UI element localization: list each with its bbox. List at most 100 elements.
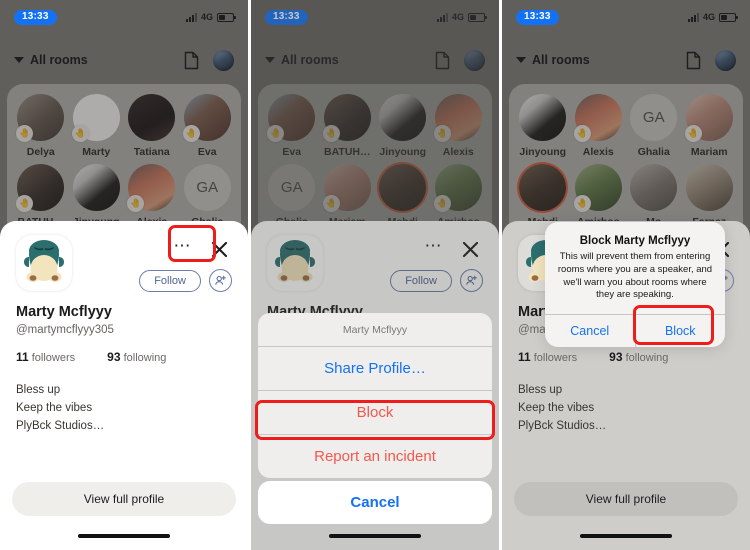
participant-avatar-wrap xyxy=(519,94,567,141)
room-participant[interactable]: 🤚BATUH… xyxy=(13,164,69,228)
battery-icon xyxy=(719,12,738,22)
status-bar: 13:33 4G xyxy=(0,0,248,34)
room-participant[interactable]: 🤚 Mariam xyxy=(682,94,738,158)
participant-name: Marty xyxy=(82,146,111,158)
view-full-profile-button[interactable]: View full profile xyxy=(514,482,738,516)
chevron-down-icon xyxy=(516,57,526,63)
bio-line-2: Keep the vibes xyxy=(16,401,93,414)
action-sheet: Marty Mcflyyy Share Profile… Block Repor… xyxy=(258,313,492,478)
room-participant[interactable]: Mehdi xyxy=(515,164,571,228)
participant-avatar-wrap xyxy=(630,164,678,211)
room-participant[interactable]: Farnaz xyxy=(682,164,738,228)
screenshot-stage: 13:33 4G All rooms 🤚 Delya 🤚 Marty Tatiana 🤚 E… xyxy=(0,0,750,550)
room-participant[interactable]: 🤚 Marty xyxy=(69,94,125,158)
document-icon[interactable] xyxy=(184,51,199,70)
all-rooms-button[interactable]: All rooms xyxy=(14,53,88,67)
rooms-grid: 🤚 Delya 🤚 Marty Tatiana 🤚 Eva 🤚BATUH…Jinyoung🤚A… xyxy=(13,94,235,228)
all-rooms-label: All rooms xyxy=(532,53,590,67)
room-participant[interactable]: Mo xyxy=(626,164,682,228)
participant-avatar-wrap: 🤚 xyxy=(127,164,176,212)
raised-hand-icon: 🤚 xyxy=(71,125,89,142)
profile-handle: @martymcflyyy305 xyxy=(16,324,114,336)
action-share-profile[interactable]: Share Profile… xyxy=(258,347,492,391)
all-rooms-label: All rooms xyxy=(30,53,88,67)
network-label: 4G xyxy=(200,12,213,22)
status-indicators: 4G xyxy=(185,12,236,22)
rooms-grid: Jinyoung 🤚 Alexis GA Ghalia 🤚 Mariam Mehdi🤚Amir… xyxy=(515,94,737,228)
participant-avatar-icon xyxy=(72,164,120,211)
user-avatar-icon[interactable] xyxy=(715,49,736,71)
action-sheet-title: Marty Mcflyyy xyxy=(258,313,492,347)
bio-line-3: PlyBck Studios… xyxy=(518,419,607,432)
room-participant[interactable]: 🤚Alexis xyxy=(571,94,627,158)
status-clock: 13:33 xyxy=(516,9,559,25)
followers-count: 11 xyxy=(16,350,29,364)
raised-hand-icon: 🤚 xyxy=(16,195,34,212)
participant-avatar-wrap: 🤚 xyxy=(71,94,120,142)
raised-hand-icon: 🤚 xyxy=(573,195,591,212)
participant-avatar-wrap xyxy=(519,164,567,211)
followers-label: followers xyxy=(31,352,76,364)
action-report-incident[interactable]: Report an incident xyxy=(258,435,492,478)
profile-bio: Bless up Keep the vibes PlyBck Studios… xyxy=(518,382,734,435)
dialog-body: Block Marty Mcflyyy This will prevent th… xyxy=(545,222,725,314)
home-indicator xyxy=(580,534,672,538)
following-stat[interactable]: 93 following xyxy=(609,350,668,364)
phone-panel-2: 13:33 4G All rooms 🤚 Eva 🤚 BATUH… Jinyoung 🤚 A… xyxy=(251,0,499,550)
profile-follow-row: Follow xyxy=(139,269,232,292)
add-person-icon[interactable] xyxy=(209,269,232,292)
participant-avatar-icon xyxy=(519,94,567,141)
signal-bars-icon xyxy=(185,12,197,22)
participant-avatar-wrap xyxy=(128,94,176,141)
all-rooms-button[interactable]: All rooms xyxy=(516,53,590,67)
action-block[interactable]: Block xyxy=(258,391,492,435)
bio-line-1: Bless up xyxy=(16,384,61,396)
phone-panel-3: 13:33 4G All rooms Jinyoung 🤚 Alexis GA Ghal… xyxy=(502,0,750,550)
bio-line-2: Keep the vibes xyxy=(518,401,595,414)
profile-sheet-header: ⋯ Follow xyxy=(16,235,232,292)
dialog-title: Block Marty Mcflyyy xyxy=(579,235,691,247)
followers-stat[interactable]: 11 followers xyxy=(518,350,577,364)
participant-avatar-icon xyxy=(128,94,176,141)
participant-avatar-wrap: 🤚 xyxy=(182,94,231,142)
following-stat[interactable]: 93 following xyxy=(107,350,166,364)
status-bar: 13:33 4G xyxy=(502,0,750,34)
nav-bar: All rooms xyxy=(502,44,750,76)
participant-avatar-wrap xyxy=(685,164,733,211)
follow-button[interactable]: Follow xyxy=(139,269,201,292)
participant-avatar-wrap: 🤚 xyxy=(16,164,65,212)
profile-stats: 11 followers 93 following xyxy=(518,350,734,364)
dialog-block-button[interactable]: Block xyxy=(634,315,726,348)
document-icon[interactable] xyxy=(686,51,701,70)
signal-bars-icon xyxy=(687,12,699,22)
dialog-cancel-button[interactable]: Cancel xyxy=(545,315,635,347)
room-participant[interactable]: GAGhalia xyxy=(180,164,236,228)
following-count: 93 xyxy=(107,350,121,364)
raised-hand-icon: 🤚 xyxy=(573,125,591,142)
snorlax-avatar-icon xyxy=(16,235,72,291)
view-full-profile-button[interactable]: View full profile xyxy=(12,482,236,516)
participant-avatar-icon xyxy=(630,164,678,211)
room-participant[interactable]: GAGhalia xyxy=(626,94,682,158)
raised-hand-icon: 🤚 xyxy=(684,125,702,142)
room-participant[interactable]: Jinyoung xyxy=(69,164,125,228)
room-participant[interactable]: 🤚 Delya xyxy=(13,94,69,158)
more-horizontal-icon[interactable]: ⋯ xyxy=(162,235,204,263)
room-participant[interactable]: Tatiana xyxy=(124,94,180,158)
participant-avatar-wrap: GA xyxy=(630,94,678,141)
close-x-icon[interactable] xyxy=(206,236,232,262)
participant-avatar-wrap: 🤚 xyxy=(16,94,65,142)
profile-bio: Bless up Keep the vibes PlyBck Studios… xyxy=(16,382,232,435)
status-indicators: 4G xyxy=(687,12,738,22)
room-participant[interactable]: 🤚Alexis xyxy=(124,164,180,228)
raised-hand-icon: 🤚 xyxy=(127,195,145,212)
user-avatar-icon[interactable] xyxy=(213,49,234,71)
room-participant[interactable]: 🤚 Eva xyxy=(180,94,236,158)
profile-display-name: Marty Mcflyyy xyxy=(16,304,112,320)
participant-name: Delya xyxy=(26,146,55,158)
followers-stat[interactable]: 11 followers xyxy=(16,350,75,364)
room-participant[interactable]: 🤚Amirhos xyxy=(571,164,627,228)
room-participant[interactable]: Jinyoung xyxy=(515,94,571,158)
profile-actions: ⋯ Follow xyxy=(139,235,232,292)
action-sheet-cancel-button[interactable]: Cancel xyxy=(258,481,492,524)
